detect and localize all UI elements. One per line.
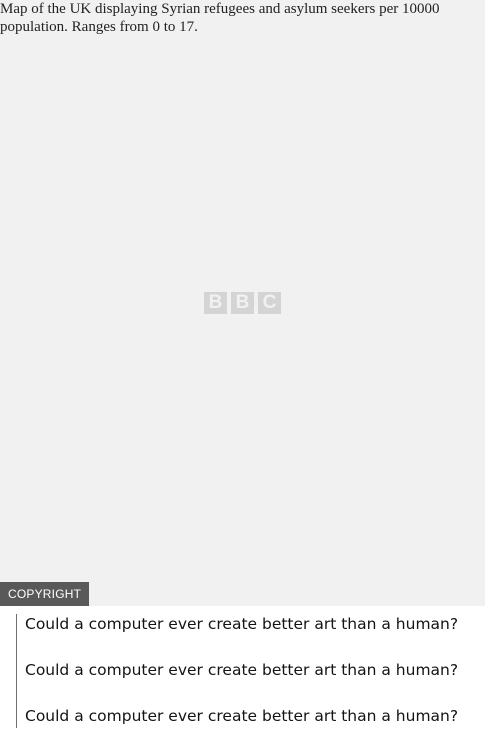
bbc-logo-block: C <box>258 292 281 314</box>
related-link[interactable]: Could a computer ever create better art … <box>25 706 458 726</box>
image-alt-text: Map of the UK displaying Syrian refugees… <box>0 0 485 36</box>
copyright-badge: COPYRIGHT <box>0 582 90 606</box>
figure-image: Map of the UK displaying Syrian refugees… <box>0 0 485 606</box>
bbc-placeholder-logo: B B C <box>204 292 281 314</box>
related-links-list: Could a computer ever create better art … <box>16 614 485 728</box>
image-alt-label: Map of the UK displaying Syrian refugees… <box>0 1 440 35</box>
related-link[interactable]: Could a computer ever create better art … <box>25 614 458 634</box>
bbc-logo-block: B <box>204 292 227 314</box>
bbc-logo-block: B <box>231 292 254 314</box>
related-link[interactable]: Could a computer ever create better art … <box>25 660 458 680</box>
